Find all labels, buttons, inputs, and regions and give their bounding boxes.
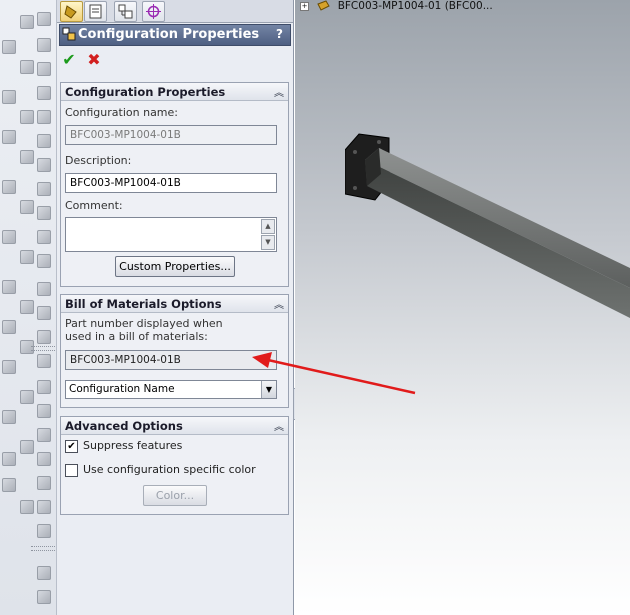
annotation-overlay bbox=[252, 352, 416, 395]
red-arrowhead-icon bbox=[252, 352, 272, 368]
red-arrow-line bbox=[267, 358, 416, 395]
